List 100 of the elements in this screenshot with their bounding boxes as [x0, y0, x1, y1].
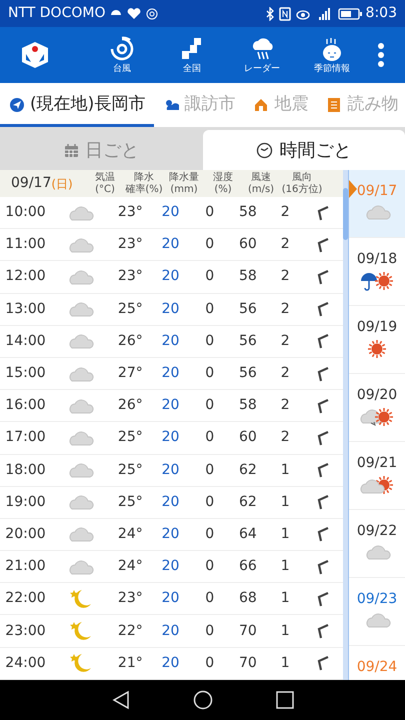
cloud-sun-icon: [359, 474, 395, 496]
wind-speed-cell-text: 1: [280, 492, 291, 512]
wind-direction-icon: [316, 494, 330, 510]
signal-icon: [318, 8, 330, 20]
rainfall-cell-text: 0: [204, 300, 216, 319]
rainfall-cell-text: 0: [204, 622, 216, 641]
wind-speed-cell-text: 2: [280, 396, 291, 416]
column-header: 気温 (°C): [94, 172, 116, 196]
precip-chance-cell-text: 20: [160, 267, 180, 286]
wind-direction-icon: [316, 526, 330, 542]
temperature-cell-text: 23°: [116, 235, 144, 254]
rainfall-cell-text: 0: [204, 203, 216, 222]
rainfall-cell-text: 0: [204, 557, 216, 576]
wind-direction-icon: [316, 268, 330, 285]
wind-direction-icon: [316, 398, 330, 414]
rainfall-cell-text: 0: [204, 396, 216, 416]
cloud-sun-icon: [359, 406, 395, 428]
calendar-icon: [64, 142, 79, 158]
temperature-cell-text: 26°: [116, 332, 144, 351]
rainfall-cell-text: 0: [204, 654, 216, 673]
humidity-cell-text: 62: [238, 460, 258, 480]
precip-chance-cell-text: 20: [160, 428, 180, 448]
time-cell-text: 11:00: [4, 235, 47, 254]
column-header: 湿度 (%): [212, 172, 234, 196]
temperature-cell-text: 25°: [116, 428, 144, 448]
wind-speed-cell-text: 1: [280, 557, 291, 576]
carrier-name: NTT DOCOMO: [8, 4, 106, 23]
bluetooth-icon: [264, 6, 275, 20]
temperature-cell-text: 23°: [116, 589, 144, 608]
weekday-label: (日): [51, 176, 73, 192]
humidity-cell-text: 70: [238, 654, 258, 673]
toolbar-button[interactable]: 季節情報: [308, 36, 356, 74]
humidity-cell-text: 60: [238, 428, 258, 448]
wind-direction-icon: [316, 623, 330, 640]
column-header: 風速 (m/s): [246, 172, 276, 196]
wind-direction-icon: [316, 333, 330, 350]
time-cell-text: 24:00: [4, 654, 47, 673]
humidity-cell-text: 60: [238, 235, 258, 254]
wind-speed-cell-text: 2: [280, 428, 291, 448]
heart-icon: [127, 8, 142, 20]
rainfall-cell-text: 0: [204, 428, 216, 448]
time-cell-text: 18:00: [4, 460, 47, 480]
precip-chance-cell-text: 20: [160, 492, 180, 512]
precip-chance-cell-text: 20: [160, 203, 180, 222]
temperature-cell-text: 24°: [116, 524, 144, 544]
temperature-cell-text: 25°: [116, 492, 144, 512]
date-label: 09/17: [11, 174, 52, 193]
pointer-arrow-icon: [349, 180, 357, 198]
time-cell-text: 20:00: [4, 524, 47, 544]
toolbar-button[interactable]: 台風: [98, 36, 146, 74]
humidity-cell-text: 58: [238, 203, 258, 222]
app-logo-icon: [20, 40, 50, 70]
rainfall-cell-text: 0: [204, 492, 216, 512]
humidity-cell-text: 56: [238, 364, 258, 384]
view-tab[interactable]: 時間ごと: [202, 130, 405, 170]
wind-speed-cell-text: 2: [280, 300, 291, 319]
column-header: 風向 (16方位): [280, 172, 324, 196]
back-icon: [112, 690, 130, 710]
toolbar-button[interactable]: 全国: [168, 36, 216, 74]
precip-chance-cell-text: 20: [160, 332, 180, 351]
wind-speed-cell-text: 1: [280, 622, 291, 641]
precip-chance-cell-text: 20: [160, 654, 180, 673]
temperature-cell-text: 27°: [116, 364, 144, 384]
document-icon: [326, 97, 342, 113]
wind-direction-icon: [316, 236, 330, 253]
house-icon: [253, 97, 270, 113]
time-cell-text: 14:00: [4, 332, 47, 351]
column-header: 降水 確率(%): [124, 172, 164, 196]
umbrella-sun-icon: [359, 270, 395, 292]
wind-direction-icon: [316, 430, 330, 446]
temperature-cell-text: 25°: [116, 300, 144, 319]
rainfall-cell-text: 0: [204, 332, 216, 351]
time-cell-text: 21:00: [4, 557, 47, 576]
humidity-cell-text: 58: [238, 267, 258, 286]
temperature-cell-text: 22°: [116, 622, 144, 641]
precip-chance-cell-text: 20: [160, 460, 180, 480]
wind-speed-cell-text: 2: [280, 364, 291, 384]
sun-icon: [365, 338, 389, 360]
spiral-icon: [108, 36, 136, 62]
rainfall-cell-text: 0: [204, 460, 216, 480]
humidity-cell-text: 62: [238, 492, 258, 512]
wind-speed-cell-text: 1: [280, 524, 291, 544]
wind-speed-cell-text: 1: [280, 654, 291, 673]
time-cell-text: 22:00: [4, 589, 47, 608]
wind-speed-cell-text: 2: [280, 332, 291, 351]
humidity-cell-text: 56: [238, 300, 258, 319]
wind-speed-cell-text: 2: [280, 267, 291, 286]
precip-chance-cell-text: 20: [160, 589, 180, 608]
wind-speed-cell-text: 1: [280, 460, 291, 480]
wind-direction-icon: [316, 655, 330, 672]
time-cell-text: 19:00: [4, 492, 47, 512]
rainfall-cell-text: 0: [204, 524, 216, 544]
toolbar-button[interactable]: レーダー: [238, 36, 286, 74]
nfc-icon: [278, 6, 291, 20]
precip-chance-cell-text: 20: [160, 524, 180, 544]
temperature-cell-text: 23°: [116, 203, 144, 222]
wind-direction-icon: [316, 366, 330, 382]
column-header: 降水量 (mm): [168, 172, 200, 196]
temperature-cell-text: 26°: [116, 396, 144, 416]
humidity-cell-text: 56: [238, 332, 258, 351]
